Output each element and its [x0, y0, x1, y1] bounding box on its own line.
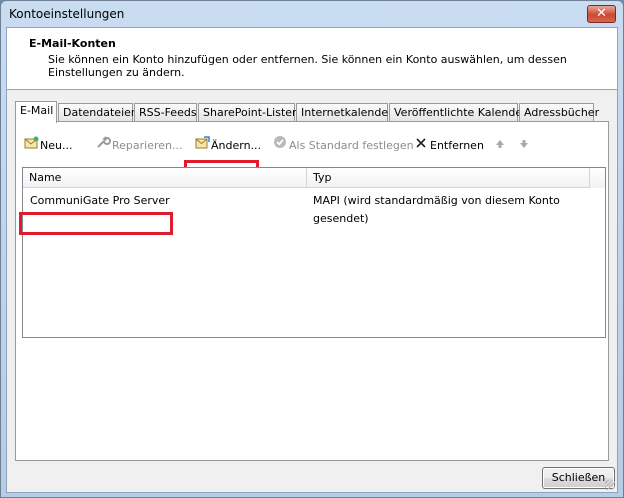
- move-down-button[interactable]: [515, 135, 533, 157]
- resize-grip[interactable]: [605, 480, 615, 490]
- checkmark-icon: [271, 135, 289, 157]
- table-row[interactable]: CommuniGate Pro Server MAPI (wird standa…: [23, 192, 589, 225]
- header-filler: [589, 168, 605, 188]
- arrow-down-icon: [515, 135, 533, 157]
- new-account-label: Neu...: [40, 139, 73, 152]
- x-icon: [412, 135, 430, 157]
- dialog-client-area: E-Mail-Konten Sie können ein Konto hinzu…: [6, 27, 618, 493]
- column-header-name[interactable]: Name: [23, 168, 307, 188]
- tab-published-calendars[interactable]: Veröffentlichte Kalender: [389, 103, 527, 122]
- tab-email[interactable]: E-Mail: [15, 101, 57, 123]
- account-name-highlight: [19, 212, 173, 235]
- account-settings-window: Kontoeinstellungen ✕ E-Mail-Konten Sie k…: [0, 0, 624, 498]
- arrow-up-icon: [491, 135, 509, 157]
- window-title: Kontoeinstellungen: [9, 7, 125, 21]
- title-bar[interactable]: Kontoeinstellungen: [1, 1, 623, 27]
- remove-button[interactable]: Entfernen: [412, 135, 484, 157]
- dialog-header: E-Mail-Konten Sie können ein Konto hinzu…: [7, 28, 617, 90]
- section-title: E-Mail-Konten: [29, 37, 116, 50]
- email-tab-panel: Neu... Reparieren... Ändern... Als Stand…: [15, 121, 609, 461]
- tab-internet-calendars[interactable]: Internetkalender: [296, 103, 393, 122]
- window-close-button[interactable]: ✕: [587, 5, 616, 23]
- column-header-type[interactable]: Typ: [307, 168, 593, 188]
- set-default-button[interactable]: Als Standard festlegen: [271, 135, 414, 157]
- move-up-button[interactable]: [491, 135, 509, 157]
- list-header: Name Typ: [23, 168, 605, 188]
- tab-rss-feeds[interactable]: RSS-Feeds: [134, 103, 197, 122]
- change-button[interactable]: Ändern...: [193, 135, 261, 157]
- tab-address-books[interactable]: Adressbücher: [519, 103, 599, 122]
- tab-sharepoint-lists[interactable]: SharePoint-Listen: [198, 103, 299, 122]
- account-name: CommuniGate Pro Server: [30, 194, 170, 207]
- repair-label: Reparieren...: [112, 139, 183, 152]
- account-toolbar: Neu... Reparieren... Ändern... Als Stand…: [22, 135, 602, 157]
- account-type: MAPI (wird standardmäßig von diesem Kont…: [313, 194, 560, 225]
- new-account-button[interactable]: Neu...: [22, 135, 72, 157]
- change-account-icon: [193, 135, 211, 157]
- set-default-label: Als Standard festlegen: [289, 139, 414, 152]
- new-account-icon: [22, 135, 40, 157]
- account-list[interactable]: Name Typ CommuniGate Pro Server MAPI (wi…: [22, 167, 606, 338]
- change-label: Ändern...: [211, 139, 262, 152]
- wrench-icon: [94, 135, 112, 157]
- section-description: Sie können ein Konto hinzufügen oder ent…: [48, 53, 567, 79]
- tab-data-files[interactable]: Datendateien: [58, 103, 138, 122]
- repair-button[interactable]: Reparieren...: [94, 135, 183, 157]
- remove-label: Entfernen: [430, 139, 484, 152]
